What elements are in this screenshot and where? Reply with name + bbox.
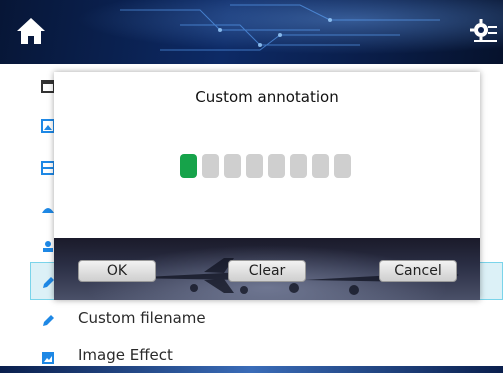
pencil-icon [43,315,54,326]
code-box[interactable] [202,154,219,178]
code-box-active[interactable] [180,154,197,178]
list-item-label: Custom filename [78,309,206,327]
code-box[interactable] [290,154,307,178]
circuit-background [120,4,440,51]
code-box[interactable] [334,154,351,178]
dialog-button-bar: OK Clear Cancel [54,238,480,300]
custom-annotation-dialog: Custom annotation OK Clear Cancel [54,72,480,300]
code-box[interactable] [268,154,285,178]
clear-button[interactable]: Clear [228,260,306,282]
list-item-label: Image Effect [78,346,173,364]
code-box[interactable] [312,154,329,178]
bottom-decoration [0,366,503,373]
image-icon [42,352,54,364]
top-bar [0,0,503,64]
code-box[interactable] [224,154,241,178]
list-item-custom-filename[interactable]: Custom filename [30,303,503,339]
dialog-title: Custom annotation [195,88,339,106]
settings-gear-icon[interactable] [470,16,498,44]
cancel-button[interactable]: Cancel [379,260,457,282]
home-icon[interactable] [14,14,48,48]
code-box[interactable] [246,154,263,178]
ok-button[interactable]: OK [78,260,156,282]
